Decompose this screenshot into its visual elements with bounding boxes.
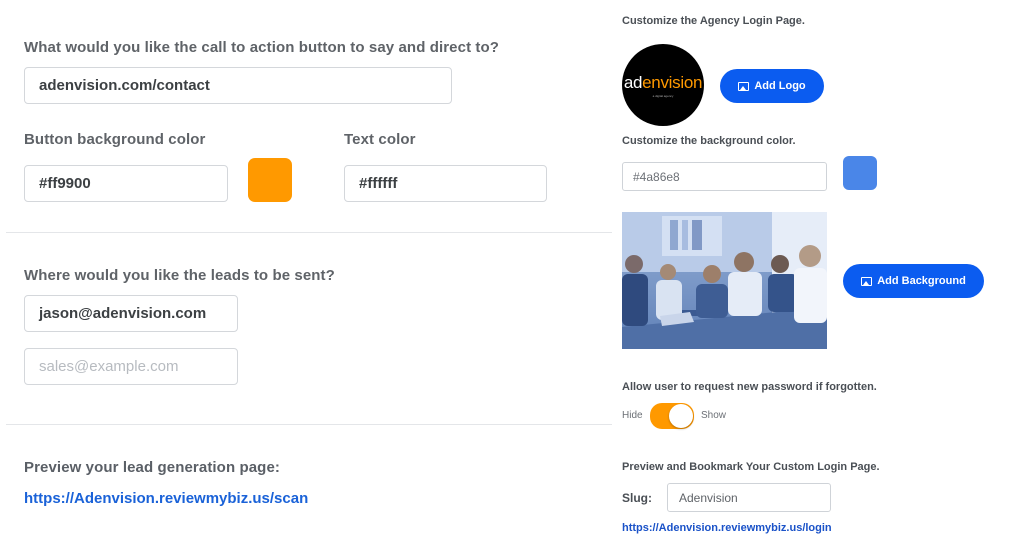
preview-label: Preview your lead generation page: <box>24 459 280 476</box>
bg-color-label: Customize the background color. <box>622 135 796 147</box>
meeting-photo-illustration <box>622 212 827 349</box>
image-icon <box>861 276 873 286</box>
bg-color-input[interactable]: #4a86e8 <box>622 162 827 191</box>
add-background-button[interactable]: Add Background <box>843 264 984 298</box>
text-color-input[interactable]: #ffffff <box>344 165 547 202</box>
toggle-knob <box>669 404 693 428</box>
leads-email-input[interactable]: jason@adenvision.com <box>24 295 238 332</box>
add-background-label: Add Background <box>877 275 966 287</box>
background-image <box>622 212 827 349</box>
agency-logo: adenvision a digital agency <box>622 44 704 126</box>
bg-color-swatch[interactable] <box>843 156 877 190</box>
toggle-hide-label: Hide <box>622 410 643 421</box>
add-logo-button[interactable]: Add Logo <box>720 69 824 103</box>
preview-bookmark-title: Preview and Bookmark Your Custom Login P… <box>622 461 880 473</box>
leads-email-secondary-input[interactable]: sales@example.com <box>24 348 238 385</box>
button-bg-color-input[interactable]: #ff9900 <box>24 165 228 202</box>
slug-label: Slug: <box>622 491 652 505</box>
password-reset-toggle[interactable] <box>650 403 694 429</box>
text-color-label: Text color <box>344 131 416 148</box>
section-divider <box>6 232 612 233</box>
logo-wordmark: adenvision <box>623 72 703 92</box>
cta-question-label: What would you like the call to action b… <box>24 39 500 56</box>
cta-url-input[interactable]: adenvision.com/contact <box>24 67 452 104</box>
leads-question-label: Where would you like the leads to be sen… <box>24 267 335 284</box>
password-reset-label: Allow user to request new password if fo… <box>622 381 877 393</box>
preview-link[interactable]: https://Adenvision.reviewmybiz.us/scan <box>24 490 308 507</box>
image-icon <box>738 81 750 91</box>
section-divider <box>6 424 612 425</box>
button-bg-color-swatch[interactable] <box>248 158 292 202</box>
slug-input[interactable]: Adenvision <box>667 483 831 512</box>
login-page-link[interactable]: https://Adenvision.reviewmybiz.us/login <box>622 522 832 534</box>
logo-tagline: a digital agency <box>652 93 674 98</box>
button-bg-color-label: Button background color <box>24 131 206 148</box>
login-page-title: Customize the Agency Login Page. <box>622 15 805 27</box>
add-logo-label: Add Logo <box>754 80 806 92</box>
toggle-show-label: Show <box>701 410 727 421</box>
